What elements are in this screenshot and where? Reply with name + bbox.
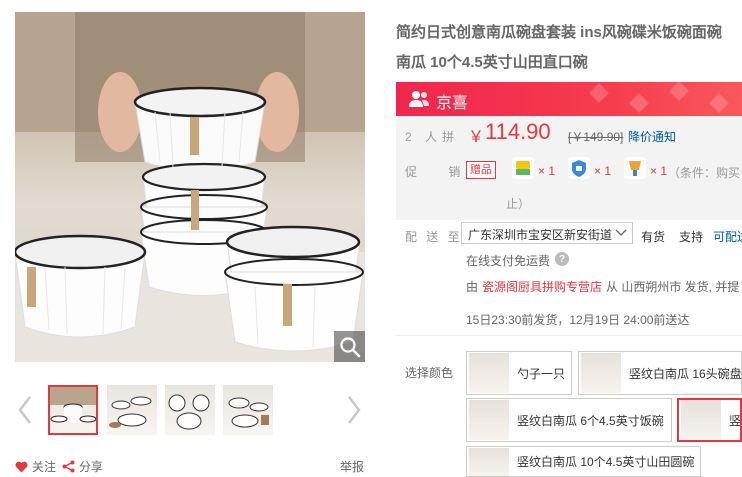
seller-prefix: 由 xyxy=(466,280,479,294)
option-spoon[interactable]: 勺子一只 xyxy=(466,351,572,395)
option-label: 竖纹 xyxy=(729,413,742,428)
follow-button[interactable]: 关注 xyxy=(15,458,56,475)
option-label: 竖纹白南瓜 10个4.5英寸山田圆碗 xyxy=(517,455,695,469)
thumbnail-image xyxy=(50,387,96,423)
follow-label: 关注 xyxy=(32,460,57,474)
support-label: 支持 xyxy=(679,230,704,244)
main-product-image[interactable] xyxy=(15,12,365,362)
heart-icon xyxy=(15,461,28,472)
seller-suffix: 从 山西朔州市 发货, 并提 xyxy=(606,280,740,294)
option-label: 竖纹白南瓜 16头碗盘套 xyxy=(629,366,742,381)
option-label: 勺子一只 xyxy=(517,366,566,381)
option-thumbnail xyxy=(581,353,621,393)
banner-label: 京喜 xyxy=(436,95,469,112)
title-line-1: 简约日式创意南瓜碗盘套装 ins风碗碟米饭碗面碗 xyxy=(396,24,722,41)
support-link[interactable]: 可配送 xyxy=(713,228,742,245)
chevron-left-icon xyxy=(18,396,31,424)
price-value: 114.90 xyxy=(485,119,551,144)
share-label: 分享 xyxy=(79,460,104,474)
zoom-button[interactable] xyxy=(334,331,365,362)
thumbnail-4[interactable] xyxy=(223,385,273,435)
group-buy-label: 2 人拼 xyxy=(405,130,460,144)
jingxi-banner: 京喜 xyxy=(396,82,742,116)
gift-qty-2: × 1 xyxy=(594,164,612,178)
product-title: 简约日式创意南瓜碗盘套装 ins风碗碟米饭碗面碗 南瓜 10个4.5英寸山田直口… xyxy=(396,18,742,78)
price-symbol: ￥ xyxy=(468,129,485,146)
option-6-bowls[interactable]: 竖纹白南瓜 6个4.5英寸饭碗 xyxy=(466,398,672,442)
thumbnail-image xyxy=(109,396,152,428)
share-button[interactable]: 分享 xyxy=(62,458,103,475)
option-selected[interactable]: 竖纹 xyxy=(677,398,742,442)
help-icon[interactable]: ? xyxy=(555,252,569,266)
section-divider xyxy=(396,335,742,336)
chevron-right-icon xyxy=(348,396,361,424)
option-thumbnail xyxy=(469,353,509,393)
original-price: [￥149.90] xyxy=(568,130,624,144)
title-line-2: 南瓜 10个4.5英寸山田直口碗 xyxy=(396,54,588,71)
chevron-down-icon xyxy=(615,229,627,236)
gift-box-icon[interactable] xyxy=(568,157,590,179)
bowls-photo xyxy=(15,12,365,362)
delivery-address-select[interactable]: 广东深圳市宝安区新安街道 xyxy=(461,222,633,244)
thumbnail-image xyxy=(228,397,269,428)
option-label: 竖纹白南瓜 6个4.5英寸饭碗 xyxy=(517,413,664,428)
stock-status: 有货 xyxy=(641,230,666,244)
share-icon xyxy=(62,460,75,473)
gift-brush-icon[interactable] xyxy=(624,157,646,179)
thumbnail-1[interactable] xyxy=(48,385,98,435)
seller-store-link[interactable]: 瓷源阁厨具拼购专营店 xyxy=(482,278,602,295)
report-label: 举报 xyxy=(340,460,365,474)
promo-condition-line2: 止） xyxy=(506,197,531,211)
delivery-label: 配 送 至 xyxy=(405,230,463,244)
shipping-note: 在线支付免运费 xyxy=(466,254,551,268)
gift-sponge-icon[interactable] xyxy=(512,157,534,179)
banner-pattern xyxy=(589,82,729,113)
thumbnail-2[interactable] xyxy=(107,385,157,435)
color-option-label: 选择颜色 xyxy=(405,366,454,380)
gift-qty-1: × 1 xyxy=(538,164,556,178)
option-thumbnail xyxy=(681,400,721,440)
gift-qty-3: × 1 xyxy=(650,164,668,178)
thumb-next-button[interactable] xyxy=(343,390,365,430)
promo-label: 促 销 xyxy=(405,165,475,179)
report-link[interactable]: 举报 xyxy=(340,458,364,475)
option-10-yamada-bowls[interactable]: 竖纹白南瓜 10个4.5英寸山田圆碗 xyxy=(466,446,701,477)
thumbnail-image xyxy=(168,394,210,430)
thumbnail-3[interactable] xyxy=(165,385,215,435)
magnifier-icon xyxy=(339,336,360,357)
option-thumbnail xyxy=(469,447,509,476)
thumb-prev-button[interactable] xyxy=(14,390,36,430)
delivery-eta: 15日23:30前发货，12月19日 24:00前送达 xyxy=(466,313,690,327)
gift-tag: 赠品 xyxy=(466,161,496,179)
option-thumbnail xyxy=(469,400,509,440)
price-drop-notify-link[interactable]: 降价通知 xyxy=(628,128,676,145)
user-group-icon xyxy=(409,91,429,107)
delivery-address-value: 广东深圳市宝安区新安街道 xyxy=(468,228,613,242)
promo-condition-line1: （条件：购买 xyxy=(668,166,741,180)
option-16-piece-set[interactable]: 竖纹白南瓜 16头碗盘套 xyxy=(578,351,742,395)
